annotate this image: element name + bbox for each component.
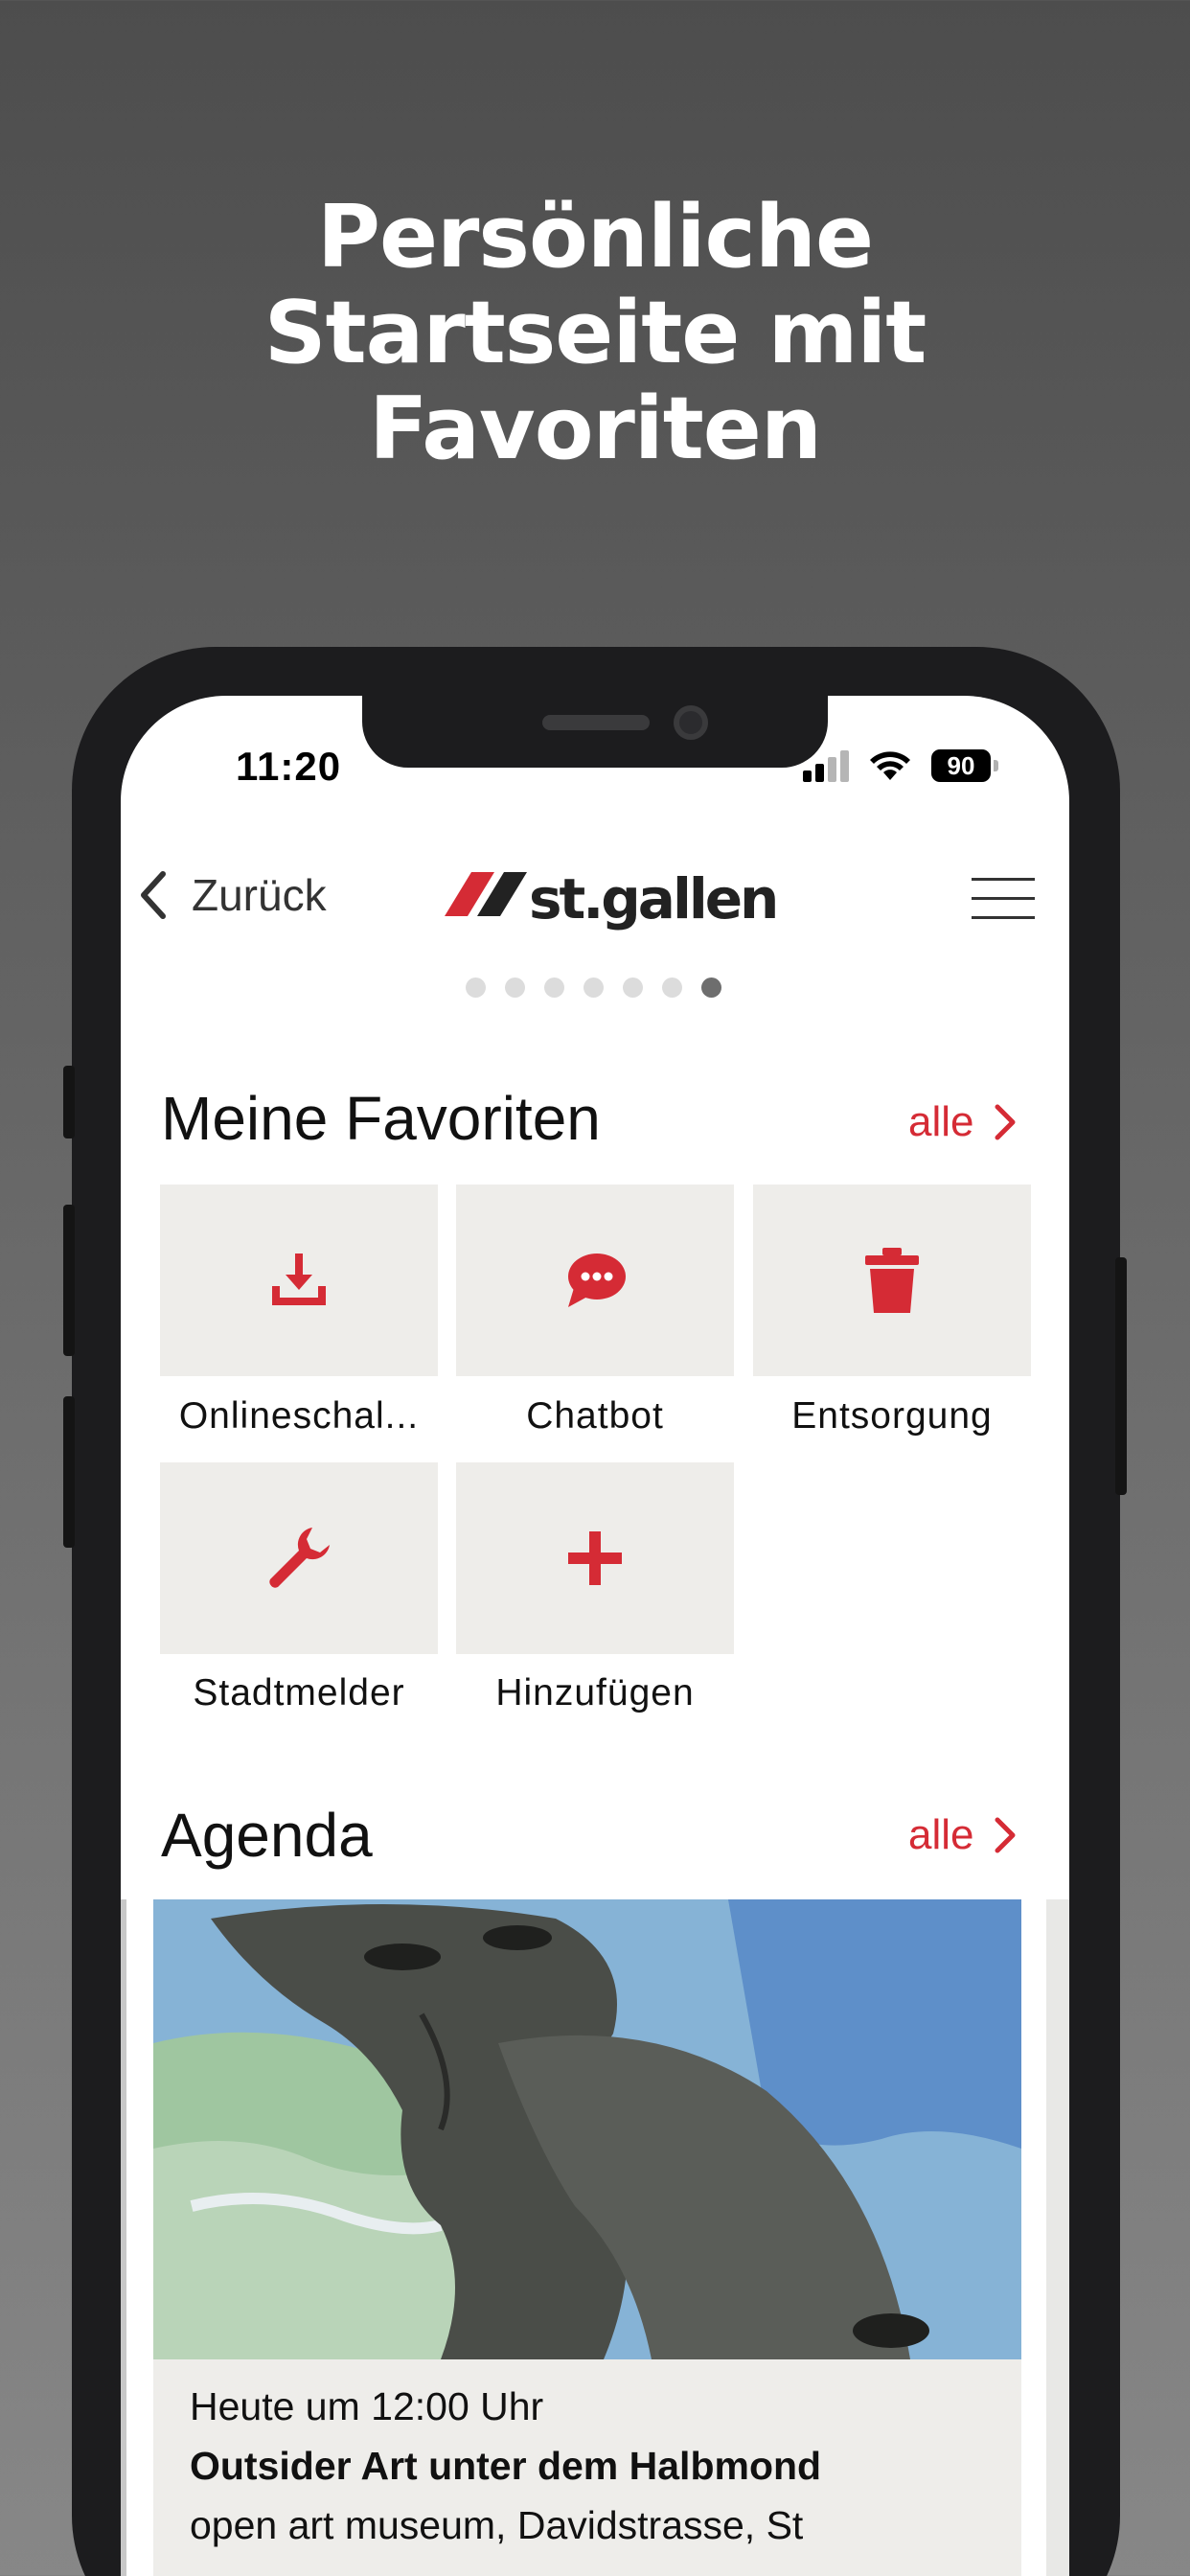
notch xyxy=(362,696,828,768)
favorite-tile-add[interactable] xyxy=(456,1462,734,1654)
favorite-label: Onlineschal... xyxy=(178,1395,420,1437)
wifi-icon xyxy=(870,751,910,780)
phone-screen: 11:20 90 Zurück st.gallen Meine Favorite… xyxy=(121,696,1069,2576)
event-title: Outsider Art unter dem Halbmond xyxy=(190,2444,822,2488)
page-dot[interactable] xyxy=(662,978,682,998)
favorite-label: Chatbot xyxy=(526,1395,664,1437)
headline-line-2: Startseite mit xyxy=(263,283,927,383)
event-location: open art museum, Davidstrasse, St xyxy=(190,2503,804,2547)
agenda-all-link[interactable]: alle xyxy=(908,1811,1018,1859)
status-icons: 90 xyxy=(803,749,998,784)
favorites-title: Meine Favoriten xyxy=(161,1084,601,1153)
back-label: Zurück xyxy=(192,870,327,920)
favorite-tile-entsorgung[interactable] xyxy=(753,1184,1031,1376)
favorite-label: Stadtmelder xyxy=(193,1672,405,1714)
agenda-card-next[interactable] xyxy=(1046,1899,1069,2576)
plus-icon xyxy=(568,1531,622,1585)
agenda-title: Agenda xyxy=(161,1801,373,1870)
favorite-tile-chatbot[interactable] xyxy=(456,1184,734,1376)
camera xyxy=(674,705,708,740)
page-dot[interactable] xyxy=(544,978,564,998)
agenda-all-label: alle xyxy=(908,1811,974,1858)
page-dot[interactable] xyxy=(505,978,525,998)
favorites-all-label: alle xyxy=(908,1098,974,1145)
page-indicator xyxy=(466,978,721,999)
side-button-volume-up xyxy=(63,1205,75,1356)
hamburger-menu-button[interactable] xyxy=(972,878,1035,920)
agenda-event-image xyxy=(153,1899,1021,2359)
side-button-volume-down xyxy=(63,1396,75,1548)
logo-mark-icon xyxy=(445,872,527,916)
logo-text: st.gallen xyxy=(529,866,779,932)
wrench-icon xyxy=(269,1528,330,1588)
headline-line-1: Persönliche xyxy=(316,187,874,288)
agenda-card[interactable]: Heute um 12:00 Uhr Outsider Art unter de… xyxy=(153,1899,1021,2576)
event-time: Heute um 12:00 Uhr xyxy=(190,2384,544,2428)
back-button[interactable]: Zurück xyxy=(134,866,327,924)
speaker xyxy=(542,715,650,730)
chevron-right-icon xyxy=(995,1817,1015,1853)
page-dot[interactable] xyxy=(623,978,643,998)
side-button-power xyxy=(1115,1257,1127,1495)
page-dot-active[interactable] xyxy=(701,978,721,998)
page-dot[interactable] xyxy=(466,978,486,998)
headline: Persönliche Startseite mit Favoriten xyxy=(0,190,1190,477)
favorite-tile-onlineschalter[interactable] xyxy=(160,1184,438,1376)
artwork-image xyxy=(153,1899,1021,2359)
chevron-left-icon xyxy=(141,871,166,919)
agenda-event-info: Heute um 12:00 Uhr Outsider Art unter de… xyxy=(153,2359,1021,2576)
favorites-all-link[interactable]: alle xyxy=(908,1098,1018,1146)
headline-line-3: Favoriten xyxy=(369,379,822,479)
download-tray-icon xyxy=(272,1254,326,1305)
favorite-label: Entsorgung xyxy=(791,1395,993,1437)
agenda-card-previous[interactable] xyxy=(121,1899,126,2576)
battery-tip xyxy=(994,760,998,771)
chat-bubble-icon xyxy=(568,1254,626,1307)
trash-icon xyxy=(865,1248,919,1313)
side-button-mute xyxy=(63,1066,75,1138)
page-dot[interactable] xyxy=(584,978,604,998)
chevron-right-icon xyxy=(995,1104,1015,1140)
status-time: 11:20 xyxy=(236,744,342,789)
signal-icon xyxy=(803,749,853,782)
battery-icon: 90 xyxy=(931,749,991,782)
favorite-tile-stadtmelder[interactable] xyxy=(160,1462,438,1654)
st-gallen-logo[interactable]: st.gallen xyxy=(445,862,779,932)
favorite-label: Hinzufügen xyxy=(495,1672,695,1714)
